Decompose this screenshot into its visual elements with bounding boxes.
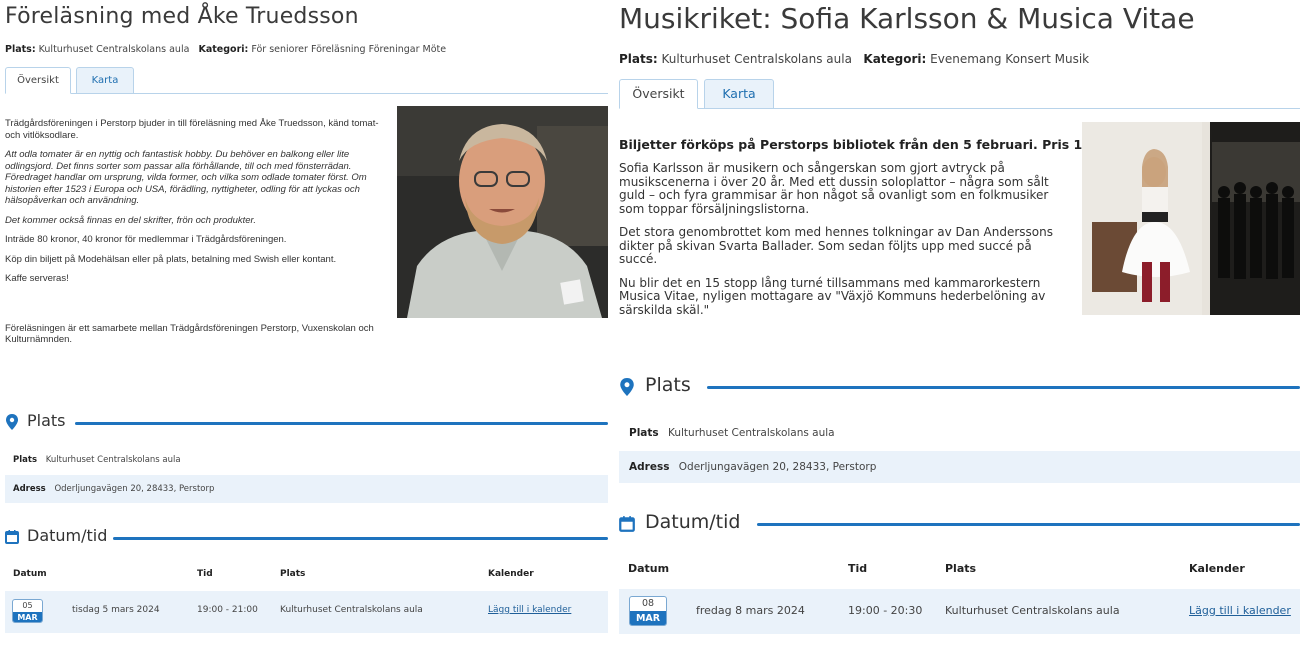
info-value: Oderljungavägen 20, 28433, Perstorp <box>54 484 215 494</box>
map-marker-icon <box>620 378 634 396</box>
column-header-tid: Tid <box>197 569 213 579</box>
section-title: Plats <box>27 411 72 430</box>
plats-section-header: Plats <box>5 411 608 433</box>
info-label: Adress <box>13 484 46 494</box>
column-header-plats: Plats <box>945 562 977 575</box>
adress-info-row: Adress Oderljungavägen 20, 28433, Persto… <box>619 451 1300 483</box>
event-title: Föreläsning med Åke Truedsson <box>5 4 359 29</box>
description-paragraph: Sofia Karlsson är musikern och sångerska… <box>619 161 1049 216</box>
description-paragraph: Inträde 80 kronor, 40 kronor för medlemm… <box>5 234 287 245</box>
description-paragraph: Nu blir det en 15 stopp lång turné tills… <box>619 275 1046 317</box>
tab-oversikt[interactable]: Översikt <box>619 79 698 109</box>
meta-kategori-value: Evenemang Konsert Musik <box>930 52 1090 66</box>
table-row: 05 MAR tisdag 5 mars 2024 19:00 - 21:00 … <box>5 591 608 633</box>
date-badge: 05 MAR <box>12 599 43 623</box>
column-header-datum: Datum <box>13 569 47 579</box>
info-label: Adress <box>629 461 670 473</box>
section-divider <box>113 537 608 540</box>
calendar-icon <box>5 530 19 544</box>
meta-kategori-value: För seniorer Föreläsning Föreningar Möte <box>251 44 447 55</box>
plats-section-header: Plats <box>619 374 1300 400</box>
meta-kategori-label: Kategori: <box>863 52 927 66</box>
plats-info-row: Plats Kulturhuset Centralskolans aula <box>619 417 1300 449</box>
adress-info-row: Adress Oderljungavägen 20, 28433, Persto… <box>5 475 608 503</box>
event-description: Sofia Karlsson är musikern och sångerska… <box>619 161 1069 327</box>
column-header-kalender: Kalender <box>1189 562 1245 575</box>
row-date-text: tisdag 5 mars 2024 <box>72 605 160 615</box>
tab-oversikt[interactable]: Översikt <box>5 67 71 94</box>
meta-kategori-label: Kategori: <box>198 44 249 55</box>
description-paragraph: Köp din biljett på Modehälsan eller på p… <box>5 253 337 265</box>
table-header: Datum Tid Plats Kalender <box>5 567 608 585</box>
tab-bar: Översikt Karta <box>619 79 1300 109</box>
tab-bar: Översikt Karta <box>5 67 608 94</box>
meta-plats-label: Plats: <box>5 44 36 55</box>
row-place: Kulturhuset Centralskolans aula <box>280 605 423 615</box>
ticket-info-heading: Biljetter förköps på Perstorps bibliotek… <box>619 137 1110 152</box>
date-badge-month: MAR <box>13 612 42 622</box>
description-paragraph: Att odla tomater är en nyttig och fantas… <box>5 149 367 206</box>
info-label: Plats <box>629 427 659 439</box>
event-meta: Plats: Kulturhuset Centralskolans aula K… <box>619 52 1089 66</box>
event-title: Musikriket: Sofia Karlsson & Musica Vita… <box>619 2 1195 35</box>
meta-plats-value: Kulturhuset Centralskolans aula <box>661 52 852 66</box>
description-paragraph: Föreläsningen är ett samarbete mellan Tr… <box>5 322 374 346</box>
info-value: Kulturhuset Centralskolans aula <box>668 427 835 439</box>
column-header-kalender: Kalender <box>488 569 534 579</box>
date-badge-day: 05 <box>22 601 33 610</box>
datum-section-header: Datum/tid <box>619 511 1300 537</box>
column-header-tid: Tid <box>848 562 868 575</box>
row-place: Kulturhuset Centralskolans aula <box>945 604 1120 617</box>
info-value: Oderljungavägen 20, 28433, Perstorp <box>678 461 877 473</box>
performer-photo <box>1082 122 1300 315</box>
event-description: Trädgårdsföreningen i Perstorp bjuder in… <box>5 118 385 354</box>
section-divider <box>707 386 1300 389</box>
description-paragraph: Trädgårdsföreningen i Perstorp bjuder in… <box>5 118 379 141</box>
description-paragraph: Det stora genombrottet kom med hennes to… <box>619 225 1053 266</box>
table-row: 08 MAR fredag 8 mars 2024 19:00 - 20:30 … <box>619 589 1300 634</box>
info-label: Plats <box>13 455 38 465</box>
description-paragraph: Kaffe serveras! <box>5 273 69 284</box>
calendar-icon <box>619 516 635 532</box>
event-panel-left: Föreläsning med Åke Truedsson Plats: Kul… <box>0 0 608 645</box>
meta-plats-label: Plats: <box>619 52 658 66</box>
map-marker-icon <box>6 414 18 430</box>
column-header-datum: Datum <box>628 562 670 575</box>
event-meta: Plats: Kulturhuset Centralskolans aula K… <box>5 44 446 55</box>
speaker-photo <box>397 106 608 318</box>
column-header-plats: Plats <box>280 569 306 579</box>
tab-karta[interactable]: Karta <box>704 79 774 109</box>
meta-plats-value: Kulturhuset Centralskolans aula <box>38 44 190 55</box>
section-title: Datum/tid <box>645 511 749 533</box>
date-badge-day: 08 <box>641 598 655 609</box>
info-value: Kulturhuset Centralskolans aula <box>45 455 181 465</box>
table-header: Datum Tid Plats Kalender <box>619 560 1300 578</box>
section-divider <box>75 422 608 425</box>
plats-info-row: Plats Kulturhuset Centralskolans aula <box>5 446 608 474</box>
datum-section-header: Datum/tid <box>5 526 608 548</box>
tab-karta[interactable]: Karta <box>76 67 134 94</box>
section-divider <box>757 523 1300 526</box>
add-to-calendar-link[interactable]: Lägg till i kalender <box>1189 604 1291 617</box>
description-paragraph: Det kommer också finnas en del skrifter,… <box>5 214 256 226</box>
add-to-calendar-link[interactable]: Lägg till i kalender <box>488 605 571 615</box>
date-badge: 08 MAR <box>629 596 667 626</box>
date-badge-month: MAR <box>630 611 666 625</box>
row-time: 19:00 - 20:30 <box>848 604 923 617</box>
row-time: 19:00 - 21:00 <box>197 605 258 615</box>
section-title: Plats <box>645 374 699 396</box>
row-date-text: fredag 8 mars 2024 <box>696 604 805 617</box>
section-title: Datum/tid <box>27 526 114 545</box>
event-panel-right: Musikriket: Sofia Karlsson & Musica Vita… <box>608 0 1300 645</box>
